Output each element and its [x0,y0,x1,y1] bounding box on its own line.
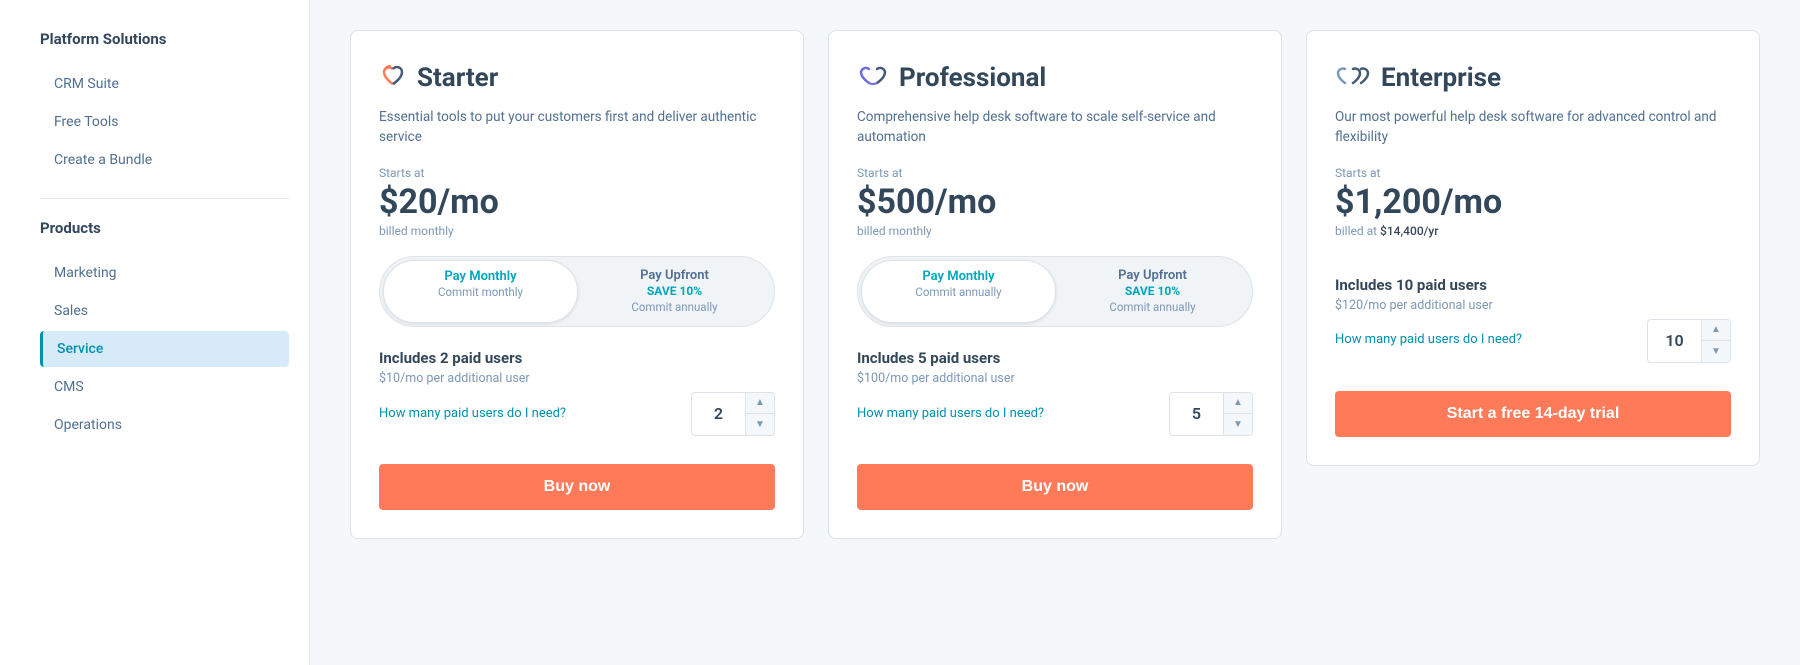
how-many-link-enterprise[interactable]: How many paid users do I need? [1335,331,1635,349]
plan-icon-enterprise [1335,64,1371,92]
billed-note-enterprise: billed at $14,400/yr [1335,224,1731,238]
spinner-value-starter: 2 [692,393,746,435]
sidebar-item-operations[interactable]: Operations [40,407,289,443]
spinner-down-starter[interactable]: ▼ [746,414,774,435]
cta-button-professional[interactable]: Buy now [857,464,1253,510]
plan-name-professional: Professional [899,63,1046,93]
payment-toggle-professional: Pay MonthlyCommit annuallyPay UpfrontSAV… [857,256,1253,327]
spinner-buttons-enterprise: ▲▼ [1702,320,1730,362]
payment-toggle-starter: Pay MonthlyCommit monthlyPay UpfrontSAVE… [379,256,775,327]
users-section-enterprise: Includes 10 paid users $120/mo per additi… [1335,276,1731,363]
plan-description-starter: Essential tools to put your customers fi… [379,107,775,148]
per-user-price-starter: $10/mo per additional user [379,371,775,386]
sidebar-divider [40,198,289,199]
toggle-monthly-professional[interactable]: Pay MonthlyCommit annually [861,260,1056,323]
cta-button-enterprise[interactable]: Start a free 14-day trial [1335,391,1731,437]
sidebar-item-cms[interactable]: CMS [40,369,289,405]
page-wrapper: Platform Solutions CRM SuiteFree ToolsCr… [0,0,1800,665]
toggle-upfront-starter[interactable]: Pay UpfrontSAVE 10%Commit annually [578,260,771,323]
includes-users-label-enterprise: Includes 10 paid users [1335,276,1731,294]
plan-header-professional: Professional [857,63,1253,93]
plan-description-professional: Comprehensive help desk software to scal… [857,107,1253,148]
plan-name-enterprise: Enterprise [1381,63,1501,93]
billed-note-starter: billed monthly [379,224,775,238]
sidebar-item-sales[interactable]: Sales [40,293,289,329]
how-many-link-professional[interactable]: How many paid users do I need? [857,405,1157,423]
spinner-up-starter[interactable]: ▲ [746,393,774,414]
starts-at-label-starter: Starts at [379,166,775,180]
includes-users-label-professional: Includes 5 paid users [857,349,1253,367]
spinner-down-enterprise[interactable]: ▼ [1702,341,1730,362]
spinner-buttons-starter: ▲▼ [746,393,774,435]
includes-users-label-starter: Includes 2 paid users [379,349,775,367]
users-row-starter: How many paid users do I need? 2▲▼ [379,392,775,436]
plan-icon-starter [379,64,407,92]
spinner-buttons-professional: ▲▼ [1224,393,1252,435]
plan-icon-professional [857,64,889,92]
platform-solutions-heading: Platform Solutions [40,30,289,48]
plan-card-starter: Starter Essential tools to put your custo… [350,30,804,539]
plan-name-starter: Starter [417,63,498,93]
spinner-up-enterprise[interactable]: ▲ [1702,320,1730,341]
toggle-monthly-starter[interactable]: Pay MonthlyCommit monthly [383,260,578,323]
plan-description-enterprise: Our most powerful help desk software for… [1335,107,1731,148]
toggle-upfront-professional[interactable]: Pay UpfrontSAVE 10%Commit annually [1056,260,1249,323]
plan-price-professional: $500/mo [857,182,1253,222]
spinner-value-enterprise: 10 [1648,320,1702,362]
sidebar-item-marketing[interactable]: Marketing [40,255,289,291]
sidebar-item-free-tools[interactable]: Free Tools [40,104,289,140]
spinner-up-professional[interactable]: ▲ [1224,393,1252,414]
users-section-starter: Includes 2 paid users $10/mo per addition… [379,349,775,436]
plan-header-enterprise: Enterprise [1335,63,1731,93]
per-user-price-professional: $100/mo per additional user [857,371,1253,386]
plan-card-enterprise: Enterprise Our most powerful help desk so… [1306,30,1760,466]
user-spinner-enterprise: 10▲▼ [1647,319,1731,363]
cta-button-starter[interactable]: Buy now [379,464,775,510]
user-spinner-professional: 5▲▼ [1169,392,1253,436]
plan-price-enterprise: $1,200/mo [1335,182,1731,222]
sidebar-item-create-bundle[interactable]: Create a Bundle [40,142,289,178]
spinner-value-professional: 5 [1170,393,1224,435]
billed-note-professional: billed monthly [857,224,1253,238]
starts-at-label-professional: Starts at [857,166,1253,180]
plan-header-starter: Starter [379,63,775,93]
users-row-enterprise: How many paid users do I need? 10▲▼ [1335,319,1731,363]
main-content: Starter Essential tools to put your custo… [310,0,1800,665]
sidebar-item-service[interactable]: Service [40,331,289,367]
spinner-down-professional[interactable]: ▼ [1224,414,1252,435]
plan-card-professional: Professional Comprehensive help desk soft… [828,30,1282,539]
per-user-price-enterprise: $120/mo per additional user [1335,298,1731,313]
plan-price-starter: $20/mo [379,182,775,222]
sidebar: Platform Solutions CRM SuiteFree ToolsCr… [0,0,310,665]
how-many-link-starter[interactable]: How many paid users do I need? [379,405,679,423]
sidebar-item-crm-suite[interactable]: CRM Suite [40,66,289,102]
starts-at-label-enterprise: Starts at [1335,166,1731,180]
products-heading: Products [40,219,289,237]
users-row-professional: How many paid users do I need? 5▲▼ [857,392,1253,436]
plans-container: Starter Essential tools to put your custo… [350,30,1760,539]
users-section-professional: Includes 5 paid users $100/mo per additio… [857,349,1253,436]
user-spinner-starter: 2▲▼ [691,392,775,436]
